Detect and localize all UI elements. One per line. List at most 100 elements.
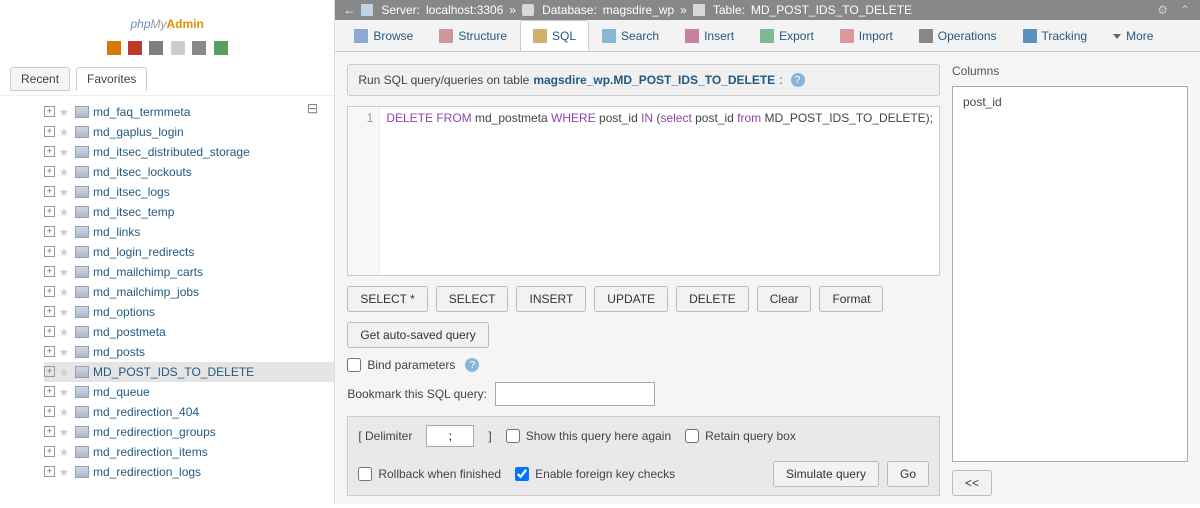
favorite-icon[interactable]: ★	[59, 466, 71, 478]
tree-item[interactable]: +★md_options	[44, 302, 334, 322]
tab-export[interactable]: Export	[747, 20, 827, 51]
expand-icon[interactable]: +	[44, 386, 55, 397]
help-icon[interactable]: ?	[791, 73, 805, 87]
expand-icon[interactable]: +	[44, 206, 55, 217]
tab-sql[interactable]: SQL	[520, 20, 589, 51]
collapse-left-icon[interactable]: ←	[343, 3, 355, 17]
expand-icon[interactable]: +	[44, 286, 55, 297]
home-icon[interactable]	[107, 41, 121, 55]
query-target-link[interactable]: magsdire_wp.MD_POST_IDS_TO_DELETE	[533, 73, 775, 87]
favorite-icon[interactable]: ★	[59, 226, 71, 238]
settings-icon[interactable]	[192, 41, 206, 55]
tree-item[interactable]: +★md_redirection_404	[44, 402, 334, 422]
expand-icon[interactable]: +	[44, 446, 55, 457]
help-icon[interactable]: ?	[465, 358, 479, 372]
tree-item[interactable]: +★md_redirection_items	[44, 442, 334, 462]
expand-icon[interactable]: +	[44, 166, 55, 177]
favorite-icon[interactable]: ★	[59, 286, 71, 298]
expand-icon[interactable]: +	[44, 346, 55, 357]
expand-icon[interactable]: +	[44, 266, 55, 277]
expand-icon[interactable]: +	[44, 226, 55, 237]
editor-code[interactable]: DELETE FROM md_postmeta WHERE post_id IN…	[380, 107, 939, 275]
sql-editor[interactable]: 1 DELETE FROM md_postmeta WHERE post_id …	[347, 106, 940, 276]
tree-item[interactable]: +★md_queue	[44, 382, 334, 402]
expand-icon[interactable]: +	[44, 326, 55, 337]
clear-button[interactable]: Clear	[757, 286, 812, 312]
bc-server[interactable]: localhost:3306	[426, 3, 503, 17]
expand-icon[interactable]: +	[44, 406, 55, 417]
tree-item[interactable]: +★md_mailchimp_carts	[44, 262, 334, 282]
tree-item[interactable]: +★md_itsec_temp	[44, 202, 334, 222]
collapse-panel-icon[interactable]: ⊟	[307, 100, 319, 117]
tree-item[interactable]: +★MD_POST_IDS_TO_DELETE	[44, 362, 334, 382]
page-up-icon[interactable]: ⌃	[1180, 3, 1190, 17]
tab-favorites[interactable]: Favorites	[76, 67, 147, 91]
favorite-icon[interactable]: ★	[59, 166, 71, 178]
favorite-icon[interactable]: ★	[59, 326, 71, 338]
favorite-icon[interactable]: ★	[59, 146, 71, 158]
expand-icon[interactable]: +	[44, 426, 55, 437]
nav-sql-icon[interactable]	[171, 41, 185, 55]
favorite-icon[interactable]: ★	[59, 106, 71, 118]
tree-item[interactable]: +★md_posts	[44, 342, 334, 362]
column-item[interactable]: post_id	[959, 93, 1181, 111]
reload-icon[interactable]	[214, 41, 228, 55]
tab-operations[interactable]: Operations	[906, 20, 1010, 51]
tree-item[interactable]: +★md_mailchimp_jobs	[44, 282, 334, 302]
bind-params-checkbox[interactable]	[347, 358, 361, 372]
favorite-icon[interactable]: ★	[59, 126, 71, 138]
tab-browse[interactable]: Browse	[341, 20, 426, 51]
favorite-icon[interactable]: ★	[59, 266, 71, 278]
expand-icon[interactable]: +	[44, 146, 55, 157]
columns-listbox[interactable]: post_id	[952, 86, 1188, 462]
simulate-query-button[interactable]: Simulate query	[773, 461, 879, 487]
tab-import[interactable]: Import	[827, 20, 906, 51]
select-star-button[interactable]: SELECT *	[347, 286, 427, 312]
insert-button[interactable]: INSERT	[516, 286, 586, 312]
tree-item[interactable]: +★md_login_redirects	[44, 242, 334, 262]
expand-icon[interactable]: +	[44, 126, 55, 137]
autosaved-query-button[interactable]: Get auto-saved query	[347, 322, 488, 348]
tree-item[interactable]: +★md_gaplus_login	[44, 122, 334, 142]
tab-more[interactable]: More	[1100, 20, 1166, 51]
tree-item[interactable]: +★md_links	[44, 222, 334, 242]
show-again-checkbox[interactable]	[506, 429, 520, 443]
favorite-icon[interactable]: ★	[59, 186, 71, 198]
fk-checkbox[interactable]	[515, 467, 529, 481]
tree-item[interactable]: +★md_faq_termmeta	[44, 102, 334, 122]
tree-item[interactable]: +★md_itsec_logs	[44, 182, 334, 202]
tree-item[interactable]: +★md_redirection_logs	[44, 462, 334, 482]
favorite-icon[interactable]: ★	[59, 366, 71, 378]
logo[interactable]: phpMyAdmin	[0, 0, 334, 36]
tree-item[interactable]: +★md_redirection_groups	[44, 422, 334, 442]
bc-table[interactable]: MD_POST_IDS_TO_DELETE	[751, 3, 912, 17]
format-button[interactable]: Format	[819, 286, 883, 312]
go-button[interactable]: Go	[887, 461, 929, 487]
favorite-icon[interactable]: ★	[59, 306, 71, 318]
tree-item[interactable]: +★md_itsec_distributed_storage	[44, 142, 334, 162]
retain-checkbox[interactable]	[685, 429, 699, 443]
favorite-icon[interactable]: ★	[59, 206, 71, 218]
favorite-icon[interactable]: ★	[59, 386, 71, 398]
tab-recent[interactable]: Recent	[10, 67, 70, 91]
expand-icon[interactable]: +	[44, 186, 55, 197]
select-button[interactable]: SELECT	[436, 286, 509, 312]
tree-item[interactable]: +★md_postmeta	[44, 322, 334, 342]
update-button[interactable]: UPDATE	[594, 286, 668, 312]
expand-icon[interactable]: +	[44, 466, 55, 477]
tab-search[interactable]: Search	[589, 20, 672, 51]
favorite-icon[interactable]: ★	[59, 446, 71, 458]
favorite-icon[interactable]: ★	[59, 426, 71, 438]
favorite-icon[interactable]: ★	[59, 246, 71, 258]
bc-db[interactable]: magsdire_wp	[603, 3, 674, 17]
bookmark-input[interactable]	[495, 382, 655, 406]
tab-structure[interactable]: Structure	[426, 20, 520, 51]
favorite-icon[interactable]: ★	[59, 406, 71, 418]
delete-button[interactable]: DELETE	[676, 286, 749, 312]
rollback-checkbox[interactable]	[358, 467, 372, 481]
tab-tracking[interactable]: Tracking	[1010, 20, 1101, 51]
expand-icon[interactable]: +	[44, 106, 55, 117]
page-settings-icon[interactable]: ⚙	[1157, 3, 1168, 17]
delimiter-input[interactable]	[426, 425, 474, 447]
expand-icon[interactable]: +	[44, 366, 55, 377]
